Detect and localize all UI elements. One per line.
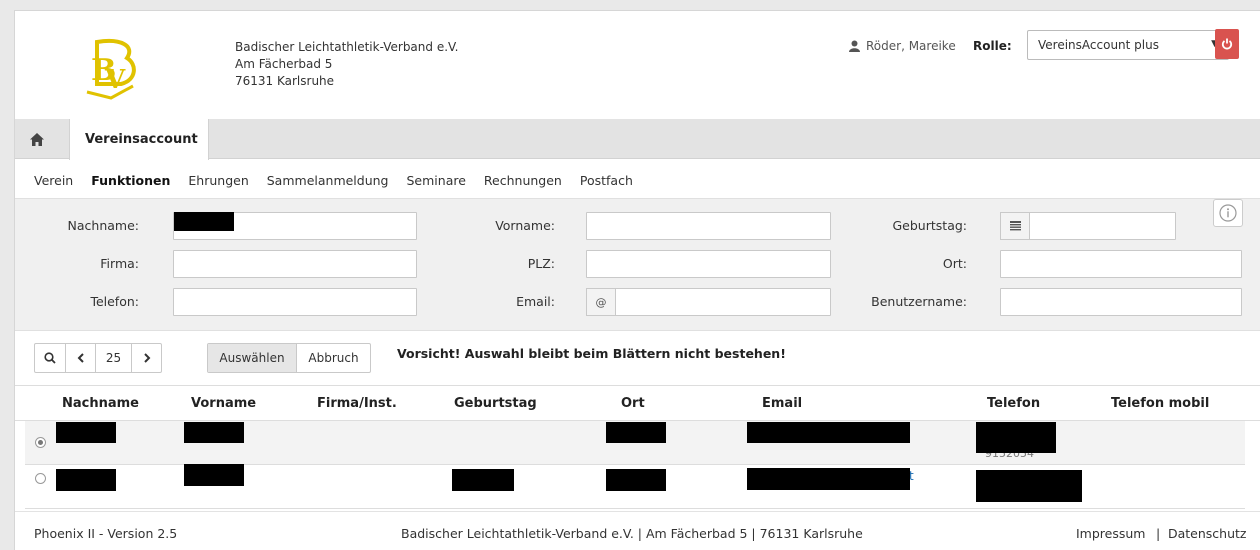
tab-vereinsaccount[interactable]: Vereinsaccount <box>69 119 209 160</box>
col-geburtstag[interactable]: Geburtstag <box>454 396 537 411</box>
vorname-label: Vorname: <box>495 218 555 233</box>
email-label: Email: <box>516 294 555 309</box>
impressum-link[interactable]: Impressum <box>1076 526 1145 541</box>
tab-home[interactable] <box>15 119 59 159</box>
home-icon <box>30 132 44 146</box>
redaction <box>174 212 234 231</box>
plz-label: PLZ: <box>527 256 555 271</box>
ort-label: Ort: <box>942 256 967 271</box>
version-text: Phoenix II - Version 2.5 <box>34 526 178 541</box>
prev-page-button[interactable] <box>65 344 95 372</box>
nachname-input[interactable] <box>173 212 417 240</box>
row-radio-selected[interactable] <box>35 437 46 448</box>
search-icon <box>44 352 56 364</box>
plz-input[interactable] <box>586 250 831 278</box>
subnav-verein[interactable]: Verein <box>34 173 73 188</box>
sub-navigation: Verein Funktionen Ehrungen Sammelanmeldu… <box>34 173 651 188</box>
redaction <box>606 469 666 491</box>
selection-warning: Vorsicht! Auswahl bleibt beim Blättern n… <box>397 346 786 361</box>
table-row[interactable]: t <box>25 464 1245 509</box>
col-nachname[interactable]: Nachname <box>62 396 139 411</box>
col-telefon[interactable]: Telefon <box>987 396 1040 411</box>
info-button[interactable] <box>1213 199 1243 227</box>
subnav-seminare[interactable]: Seminare <box>407 173 466 188</box>
role-select-value: VereinsAccount plus <box>1038 38 1159 52</box>
org-street: Am Fächerbad 5 <box>235 57 333 71</box>
bbv-logo-icon: B V <box>81 36 143 100</box>
redaction <box>452 469 514 491</box>
power-icon <box>1221 38 1233 50</box>
firma-input[interactable] <box>173 250 417 278</box>
subnav-sammelanmeldung[interactable]: Sammelanmeldung <box>267 173 389 188</box>
email-input[interactable] <box>615 288 831 316</box>
redaction <box>606 422 666 443</box>
subnav-rechnungen[interactable]: Rechnungen <box>484 173 562 188</box>
vorname-input[interactable] <box>586 212 831 240</box>
redaction <box>56 422 116 443</box>
table-row[interactable]: 9152054 <box>25 421 1245 465</box>
user-icon <box>849 40 860 52</box>
datenschutz-link[interactable]: Datenschutz <box>1168 526 1247 541</box>
next-page-button[interactable] <box>131 344 161 372</box>
footer-address: Badischer Leichtathletik-Verband e.V. | … <box>401 526 863 541</box>
redaction <box>747 422 910 443</box>
pager-group: 25 <box>34 343 162 373</box>
row-radio[interactable] <box>35 473 46 484</box>
chevron-right-icon <box>143 353 150 363</box>
footer: Phoenix II - Version 2.5 Badischer Leich… <box>15 511 1260 550</box>
telefon-label: Telefon: <box>90 294 139 309</box>
telefon-input[interactable] <box>173 288 417 316</box>
auswaehlen-button[interactable]: Auswählen <box>208 344 296 372</box>
col-ort[interactable]: Ort <box>621 396 645 411</box>
col-email[interactable]: Email <box>762 396 802 411</box>
redaction <box>976 422 1056 453</box>
filter-panel: Nachname: Vorname: Geburtstag: Firma: PL… <box>15 198 1260 331</box>
ort-input[interactable] <box>1000 250 1242 278</box>
info-icon <box>1219 204 1237 222</box>
subnav-funktionen[interactable]: Funktionen <box>91 173 170 188</box>
col-telefon-mobil[interactable]: Telefon mobil <box>1111 396 1209 411</box>
page-size-field[interactable]: 25 <box>95 344 131 372</box>
app-frame: B V Badischer Leichtathletik-Verband e.V… <box>14 10 1260 550</box>
logout-button[interactable] <box>1215 29 1239 59</box>
geburtstag-input[interactable] <box>1029 212 1176 240</box>
user-name: Röder, Mareike <box>866 39 956 53</box>
footer-separator: | <box>1156 526 1161 541</box>
selection-group: Auswählen Abbruch <box>207 343 371 373</box>
abbruch-button[interactable]: Abbruch <box>296 344 370 372</box>
benutzername-input[interactable] <box>1000 288 1242 316</box>
table-header: Nachname Vorname Firma/Inst. Geburtstag … <box>15 385 1260 421</box>
search-button[interactable] <box>35 344 65 372</box>
role-label: Rolle: <box>973 39 1012 53</box>
chevron-left-icon <box>77 353 84 363</box>
calendar-icon[interactable] <box>1000 212 1030 240</box>
org-city: 76131 Karlsruhe <box>235 74 335 88</box>
redaction <box>747 468 910 490</box>
subnav-ehrungen[interactable]: Ehrungen <box>188 173 248 188</box>
geburtstag-label: Geburtstag: <box>892 218 968 233</box>
col-vorname[interactable]: Vorname <box>191 396 256 411</box>
tab-bar: Vereinsaccount <box>15 119 1260 160</box>
redaction <box>184 464 244 486</box>
user-info[interactable]: Röder, Mareike <box>849 39 956 53</box>
at-sign-icon: @ <box>586 288 616 316</box>
col-firma[interactable]: Firma/Inst. <box>317 396 397 411</box>
org-name: Badischer Leichtathletik-Verband e.V. <box>235 40 459 54</box>
role-select[interactable]: VereinsAccount plus ▼ <box>1027 30 1229 60</box>
redaction <box>976 470 1082 502</box>
nachname-label: Nachname: <box>67 218 139 233</box>
benutzername-label: Benutzername: <box>871 294 967 309</box>
subnav-postfach[interactable]: Postfach <box>580 173 633 188</box>
org-address: Badischer Leichtathletik-Verband e.V. Am… <box>235 39 459 90</box>
redaction <box>56 469 116 491</box>
redaction <box>184 422 244 443</box>
firma-label: Firma: <box>100 256 139 271</box>
